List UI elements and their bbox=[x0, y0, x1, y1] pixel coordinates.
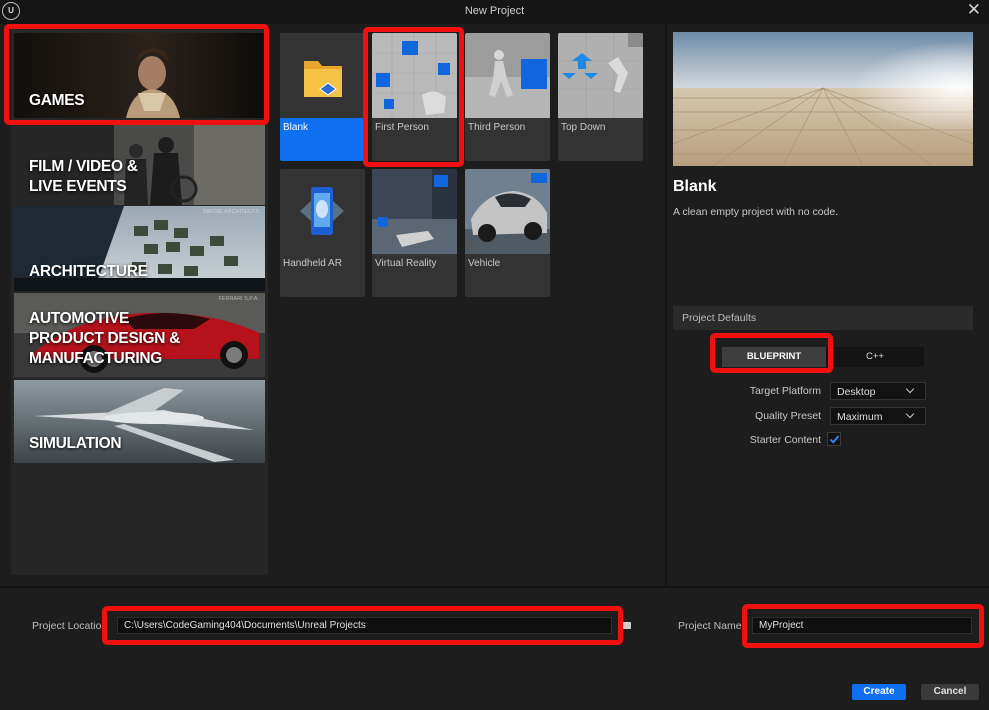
category-games[interactable]: GAMES bbox=[14, 33, 265, 118]
project-location-label: Project Location bbox=[32, 620, 108, 632]
cancel-button[interactable]: Cancel bbox=[921, 684, 979, 700]
template-first-person[interactable]: First Person bbox=[372, 33, 457, 161]
close-icon[interactable]: ✕ bbox=[967, 0, 981, 20]
template-label: Top Down bbox=[561, 122, 606, 133]
template-preview-image bbox=[673, 32, 973, 166]
target-platform-dropdown[interactable]: Desktop bbox=[830, 382, 926, 400]
create-button[interactable]: Create bbox=[852, 684, 906, 700]
footer-divider bbox=[0, 586, 989, 588]
category-film-video[interactable]: FILM / VIDEO & LIVE EVENTS bbox=[14, 123, 265, 205]
template-label: Handheld AR bbox=[283, 258, 342, 269]
template-label: First Person bbox=[375, 122, 429, 133]
cpp-toggle[interactable]: C++ bbox=[826, 347, 924, 367]
chevron-down-icon bbox=[905, 384, 915, 394]
category-panel: GAMES FILM / VIDEO & LIVE EVENTS SAFDIE … bbox=[11, 29, 268, 575]
template-label: Third Person bbox=[468, 122, 526, 133]
checkmark-icon bbox=[829, 435, 840, 444]
category-simulation[interactable]: SIMULATION bbox=[14, 380, 265, 463]
template-label: Vehicle bbox=[468, 258, 501, 269]
browse-folder-icon[interactable] bbox=[620, 622, 631, 629]
category-label: ARCHITECTURE bbox=[29, 263, 148, 280]
category-architecture[interactable]: SAFDIE ARCHITECTS ARCHITECTURE bbox=[14, 206, 265, 291]
template-title: Blank bbox=[673, 178, 717, 195]
blueprint-toggle[interactable]: BLUEPRINT bbox=[722, 347, 826, 367]
title-bar: U New Project ✕ bbox=[0, 0, 989, 24]
target-platform-label: Target Platform bbox=[749, 385, 821, 397]
template-handheld-ar[interactable]: Handheld AR bbox=[280, 169, 365, 297]
first-person-thumbnail bbox=[372, 33, 457, 118]
project-name-input[interactable] bbox=[752, 617, 972, 634]
template-vehicle[interactable]: Vehicle bbox=[465, 169, 550, 297]
watermark: FERRARI S.P.A. bbox=[218, 296, 259, 302]
starter-content-checkbox[interactable] bbox=[827, 432, 841, 446]
third-person-thumbnail bbox=[465, 33, 550, 118]
handheld-ar-thumbnail bbox=[280, 169, 365, 254]
quality-preset-dropdown[interactable]: Maximum bbox=[830, 407, 926, 425]
project-defaults-header: Project Defaults bbox=[673, 306, 973, 330]
category-label: SIMULATION bbox=[29, 435, 122, 452]
project-defaults-label: Project Defaults bbox=[682, 312, 757, 324]
category-label: GAMES bbox=[29, 92, 85, 109]
quality-preset-value: Maximum bbox=[837, 411, 883, 423]
vehicle-thumbnail bbox=[465, 169, 550, 254]
window-title: New Project bbox=[464, 5, 525, 17]
project-location-input[interactable] bbox=[117, 617, 612, 634]
template-blank[interactable]: Blank bbox=[280, 33, 365, 161]
category-label: FILM / VIDEO & LIVE EVENTS bbox=[29, 158, 138, 195]
virtual-reality-thumbnail bbox=[372, 169, 457, 254]
template-label: Blank bbox=[283, 122, 309, 133]
template-top-down[interactable]: Top Down bbox=[558, 33, 643, 161]
panel-divider bbox=[665, 24, 667, 586]
project-name-label: Project Name bbox=[678, 620, 742, 632]
watermark: SAFDIE ARCHITECTS bbox=[202, 209, 259, 215]
blank-thumbnail bbox=[280, 33, 365, 118]
template-description: A clean empty project with no code. bbox=[673, 206, 839, 218]
top-down-thumbnail bbox=[558, 33, 643, 118]
template-virtual-reality[interactable]: Virtual Reality bbox=[372, 169, 457, 297]
quality-preset-label: Quality Preset bbox=[755, 410, 821, 422]
target-platform-value: Desktop bbox=[837, 386, 876, 398]
template-third-person[interactable]: Third Person bbox=[465, 33, 550, 161]
chevron-down-icon bbox=[905, 409, 915, 419]
category-label: AUTOMOTIVE PRODUCT DESIGN & MANUFACTURIN… bbox=[29, 310, 181, 367]
category-automotive[interactable]: FERRARI S.P.A. AUTOMOTIVE PRODUCT DESIGN… bbox=[14, 293, 265, 377]
template-label: Virtual Reality bbox=[375, 258, 437, 269]
starter-content-label: Starter Content bbox=[749, 434, 821, 446]
